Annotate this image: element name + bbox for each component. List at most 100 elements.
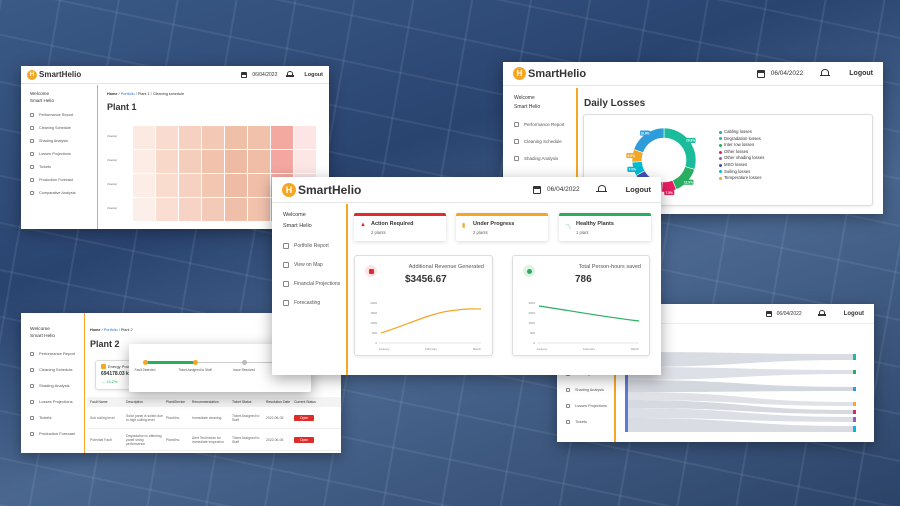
heatmap-cell[interactable] bbox=[133, 198, 155, 221]
sidebar-item-portfolio-report[interactable]: Portfolio Report bbox=[283, 243, 344, 249]
legend-item[interactable]: Degradation losses bbox=[719, 136, 764, 143]
heatmap-cell[interactable] bbox=[156, 126, 178, 149]
calendar-icon[interactable] bbox=[533, 185, 542, 194]
legend-item[interactable]: Temperature losses bbox=[719, 175, 764, 182]
heatmap-cell[interactable] bbox=[248, 126, 270, 149]
heatmap-cell[interactable] bbox=[202, 174, 224, 197]
sidebar-item-shading-analysis[interactable]: Shading Analysis bbox=[30, 383, 83, 388]
sidebar-item-performance-report[interactable]: Performance Report bbox=[30, 113, 77, 117]
sidebar-item-comparative-analysis[interactable]: Comparative Analysis bbox=[30, 191, 77, 195]
logout-button[interactable]: Logout bbox=[626, 185, 651, 194]
legend-item[interactable]: Cabling losses bbox=[719, 129, 764, 136]
heatmap-cell[interactable] bbox=[179, 150, 201, 173]
heatmap-cell[interactable] bbox=[271, 150, 293, 173]
heatmap-cell[interactable] bbox=[225, 150, 247, 173]
bell-icon[interactable] bbox=[820, 69, 831, 78]
breadcrumb-home[interactable]: Home bbox=[90, 328, 101, 332]
status-card-action-required[interactable]: ▲ Action Required 2 plants bbox=[354, 213, 446, 241]
sidebar-item-label: Financial Projections bbox=[294, 281, 341, 287]
legend-item[interactable]: Other shading losses bbox=[719, 155, 764, 162]
heatmap-cell[interactable] bbox=[179, 174, 201, 197]
column-header[interactable]: Recommendation bbox=[189, 400, 229, 404]
sidebar-item-shading-analysis[interactable]: Shading Analysis bbox=[566, 388, 613, 392]
open-ticket-button[interactable]: Open bbox=[294, 414, 315, 421]
heatmap-cell[interactable] bbox=[156, 174, 178, 197]
heatmap-cell[interactable] bbox=[202, 198, 224, 221]
heatmap-cell[interactable] bbox=[294, 150, 316, 173]
sidebar-item-tickets[interactable]: Tickets bbox=[566, 420, 613, 424]
logout-button[interactable]: Logout bbox=[844, 311, 864, 317]
brand-logo[interactable]: H SmartHelio bbox=[513, 67, 586, 80]
legend-item[interactable]: Soiling losses bbox=[719, 169, 764, 176]
legend-label: Other shading losses bbox=[724, 155, 765, 161]
nav-icon bbox=[30, 178, 34, 182]
heatmap-cell[interactable] bbox=[156, 198, 178, 221]
legend-item[interactable]: Other losses bbox=[719, 149, 764, 156]
status-card-healthy-plants[interactable]: 〽 Healthy Plants 1 plant bbox=[559, 213, 651, 241]
logout-button[interactable]: Logout bbox=[849, 70, 873, 77]
heatmap-cell[interactable] bbox=[133, 126, 155, 149]
heatmap-cell[interactable] bbox=[179, 198, 201, 221]
sidebar-item-financial-projections[interactable]: Financial Projections bbox=[283, 281, 344, 287]
sidebar-item-production-forecast[interactable]: Production Forecast bbox=[30, 178, 77, 182]
column-header[interactable]: Resolution Date bbox=[263, 400, 291, 404]
donut-slice-label: 19.6% bbox=[640, 131, 649, 135]
calendar-icon[interactable] bbox=[765, 310, 772, 317]
legend-item[interactable]: MSO losses bbox=[719, 162, 764, 169]
sidebar-item-losses-projections[interactable]: Losses Projections bbox=[30, 152, 77, 156]
brand-logo[interactable]: H SmartHelio bbox=[282, 182, 361, 197]
status-card-under-progress[interactable]: ▮ Under Progress 2 plants bbox=[456, 213, 548, 241]
bell-icon[interactable] bbox=[817, 310, 826, 317]
sidebar-item-cleaning-schedule[interactable]: Cleaning Schedule bbox=[514, 139, 573, 144]
heatmap-cell[interactable] bbox=[202, 126, 224, 149]
sidebar-item-cleaning-schedule[interactable]: Cleaning Schedule bbox=[30, 367, 83, 372]
breadcrumb-portfolio[interactable]: Portfolio bbox=[121, 92, 135, 96]
sidebar-item-tickets[interactable]: Tickets bbox=[30, 415, 83, 420]
breadcrumb-portfolio[interactable]: Portfolio bbox=[104, 328, 118, 332]
sidebar-item-label: Shading Analysis bbox=[39, 139, 68, 143]
heatmap-cell[interactable] bbox=[202, 150, 224, 173]
table-row[interactable]: Sub soiling level Solar panel is soiled d… bbox=[87, 407, 341, 429]
column-header[interactable]: Current Status bbox=[291, 400, 321, 404]
heatmap-cell[interactable] bbox=[179, 126, 201, 149]
calendar-icon[interactable] bbox=[756, 69, 765, 78]
heatmap-cell[interactable] bbox=[133, 174, 155, 197]
bell-icon[interactable] bbox=[286, 71, 295, 78]
legend-item[interactable]: Inter row losses bbox=[719, 142, 764, 149]
sidebar-item-forecasting[interactable]: Forecasting bbox=[283, 300, 344, 306]
logout-button[interactable]: Logout bbox=[304, 72, 323, 78]
sidebar-item-shading-analysis[interactable]: Shading Analysis bbox=[30, 139, 77, 143]
sidebar-item-tickets[interactable]: Tickets bbox=[30, 165, 77, 169]
donut-slice[interactable] bbox=[672, 166, 695, 190]
sidebar-item-shading-analysis[interactable]: Shading Analysis bbox=[514, 156, 573, 161]
nav-icon bbox=[30, 431, 34, 436]
sidebar-item-losses-projections[interactable]: Losses Projections bbox=[566, 404, 613, 408]
heatmap-cell[interactable] bbox=[156, 150, 178, 173]
heatmap-cell[interactable] bbox=[133, 150, 155, 173]
donut-slice[interactable] bbox=[663, 127, 697, 170]
sidebar-item-cleaning-schedule[interactable]: Cleaning Schedule bbox=[30, 126, 77, 130]
sidebar-item-losses-projections[interactable]: Losses Projections bbox=[30, 399, 83, 404]
calendar-icon[interactable] bbox=[241, 71, 248, 78]
sidebar-item-view-on-map[interactable]: View on Map bbox=[283, 262, 344, 268]
heatmap-cell[interactable] bbox=[271, 126, 293, 149]
heatmap-cell[interactable] bbox=[225, 126, 247, 149]
table-row[interactable]: Potential Fault Degradation is affecting … bbox=[87, 429, 341, 451]
bell-icon[interactable] bbox=[596, 185, 607, 194]
heatmap-cell[interactable] bbox=[248, 198, 270, 221]
heatmap-cell[interactable] bbox=[294, 126, 316, 149]
sidebar-item-production-forecast[interactable]: Production Forecast bbox=[30, 431, 83, 436]
breadcrumb-home[interactable]: Home bbox=[107, 92, 118, 96]
heatmap-cell[interactable] bbox=[225, 174, 247, 197]
column-header[interactable]: Fault Name bbox=[87, 400, 123, 404]
column-header[interactable]: Description bbox=[123, 400, 163, 404]
brand-logo[interactable]: H SmartHelio bbox=[27, 69, 81, 80]
heatmap-cell[interactable] bbox=[225, 198, 247, 221]
column-header[interactable]: Plant/Device bbox=[163, 400, 189, 404]
sidebar-item-performance-report[interactable]: Performance Report bbox=[30, 351, 83, 356]
heatmap-cell[interactable] bbox=[248, 150, 270, 173]
sidebar-item-performance-report[interactable]: Performance Report bbox=[514, 122, 573, 127]
open-ticket-button[interactable]: Open bbox=[294, 436, 315, 443]
heatmap-cell[interactable] bbox=[248, 174, 270, 197]
column-header[interactable]: Ticket Status bbox=[229, 400, 263, 404]
